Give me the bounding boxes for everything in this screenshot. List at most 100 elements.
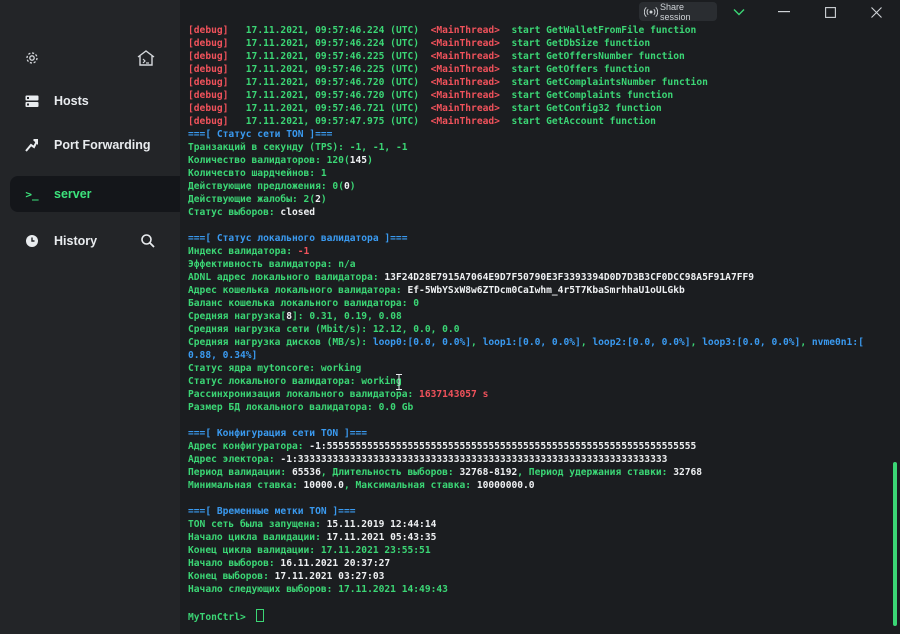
disk-loop0: loop0:[0.0, 0.0%] (372, 337, 472, 348)
maxstake-label: , Максимальная ставка: (343, 480, 477, 491)
chevron-down-icon[interactable] (719, 0, 759, 24)
history-clock-icon (24, 233, 40, 249)
hold-label: , Период удержания ставки: (517, 467, 674, 478)
share-session-button[interactable]: Share session (639, 1, 717, 22)
desync-value: 1637143057 s (419, 389, 489, 400)
cycle-start-label: Начало цикла валидации: (188, 532, 327, 543)
section-header: ===[ Временные метки TON ]=== (188, 506, 356, 517)
terminal-scrollbar[interactable] (893, 462, 897, 626)
efficiency-value: n/a (338, 259, 356, 270)
wallet-label: Адрес кошелька локального валидатора: (188, 285, 408, 296)
section-header: ===[ Статус сети TON ]=== (188, 129, 333, 140)
close-button[interactable] (856, 0, 896, 24)
elections-end-value: 17.11.2021 03:27:03 (274, 571, 385, 582)
cycle-start-value: 17.11.2021 05:43:35 (326, 532, 437, 543)
disk-load-line: Средняя нагрузка дисков (MB/s): loop0:[0… (188, 336, 864, 349)
paren: ) (367, 155, 373, 166)
net-load-line: Средняя нагрузка сети (Mbit/s): 12.12, 0… (188, 323, 459, 336)
core-label: Статус ядра mytoncore: (188, 363, 321, 374)
search-icon[interactable] (140, 233, 156, 249)
terminal-output[interactable]: [debug] 17.11.2021, 09:57:46.224 (UTC) <… (180, 24, 890, 634)
load-value: 0.31, 0.19, 0.08 (309, 311, 402, 322)
load-label: Средняя нагрузка (188, 311, 281, 322)
wallet-value: Ef-5WbYSxW8w6ZTDcm0CaIwhm_4r5T7KbaSmrhha… (407, 285, 685, 296)
debug-message: start GetComplaintsNumber function (511, 77, 708, 88)
sidebar-item-hosts[interactable]: Hosts (0, 83, 180, 119)
settings-gear-icon[interactable] (24, 50, 40, 66)
offers-label: Действующие предложения: (188, 181, 333, 192)
index-value: -1 (297, 246, 310, 257)
elector-label: Адрес электора: (188, 454, 281, 465)
share-session-label: Share session (659, 1, 691, 22)
prompt-label: MyTonCtrl> (188, 612, 252, 623)
paren: ) (320, 194, 327, 205)
db-label: Размер БД локального валидатора: (188, 402, 379, 413)
colon: : (297, 311, 310, 322)
debug-time: 17.11.2021, 09:57:46.225 (UTC) (245, 64, 420, 75)
config-label: Адрес конфигуратора: (188, 441, 310, 452)
desync-label: Рассинхронизация локального валидатора: (188, 389, 420, 400)
debug-tag: [debug] (188, 38, 229, 49)
balance-label: Баланс кошелька локального валидатора: (188, 298, 414, 309)
separator: , (800, 337, 812, 348)
minimize-button[interactable] (764, 0, 804, 24)
tps-label: Транзакций в секунду (TPS): (188, 142, 350, 153)
adnl-label: ADNL адрес локального валидатора: (188, 272, 385, 283)
configurator-line: Адрес конфигуратора: -1:5555555555555555… (188, 440, 696, 453)
duration-label: , Длительность выборов: (320, 467, 460, 478)
debug-time: 17.11.2021, 09:57:46.721 (UTC) (245, 103, 420, 114)
core-status-line: Статус ядра mytoncore: working (188, 362, 361, 375)
load-line: Средняя нагрузка[8]: 0.31, 0.19, 0.08 (188, 310, 402, 323)
sidebar-item-history[interactable]: History (0, 223, 180, 259)
debug-tag: [debug] (188, 103, 229, 114)
validators-value: 120 (326, 155, 344, 166)
debug-line: [debug] 17.11.2021, 09:57:46.721 (UTC) <… (188, 102, 662, 115)
tps-line: Транзакций в секунду (TPS): -1, -1, -1 (188, 141, 408, 154)
cycle-end-value: 17.11.2021 23:55:51 (320, 545, 431, 556)
elections-end-label: Конец выборов: (188, 571, 275, 582)
desync-line: Рассинхронизация локального валидатора: … (188, 388, 488, 401)
maximize-button[interactable] (810, 0, 850, 24)
validators-label: Количество валидаторов: (188, 155, 327, 166)
separator: , (580, 337, 593, 348)
debug-message: start GetOffers function (511, 64, 651, 75)
sidebar-top-row (0, 40, 180, 76)
debug-tag: [debug] (188, 25, 229, 36)
section-header: ===[ Статус локального валидатора ]=== (188, 233, 408, 244)
period-value: 65536 (291, 467, 321, 478)
elections-start-value: 16.11.2021 20:37:27 (280, 558, 391, 569)
shards-line: Количесвто шардчейнов: 1 (188, 167, 327, 180)
shards-label: Количесвто шардчейнов: (188, 168, 321, 179)
command-prompt[interactable]: MyTonCtrl> (188, 609, 264, 623)
disk-loop3: loop3:[0.0, 0.0%] (702, 337, 801, 348)
sidebar-item-label: server (54, 187, 92, 201)
duration-value: 32768-8192 (459, 467, 518, 478)
net-load-value: 12.12, 0.0, 0.0 (372, 324, 460, 335)
adnl-line: ADNL адрес локального валидатора: 13F24D… (188, 271, 754, 284)
shards-value: 1 (320, 168, 327, 179)
disk-label: Средняя нагрузка дисков (MB/s): (188, 337, 373, 348)
efficiency-line: Эффективность валидатора: n/a (188, 258, 356, 271)
terminal-prompt-icon: >_ (25, 187, 39, 201)
sidebar-item-server[interactable]: >_ server (10, 176, 180, 212)
disk-nvme: nvme0n1:[ (811, 337, 864, 348)
election-value: closed (280, 207, 316, 218)
complaints-line: Действующие жалобы: 2(2) (188, 193, 327, 206)
stake-line: Минимальная ставка: 10000.0, Максимальна… (188, 479, 535, 492)
launched-line: TON сеть была запущена: 15.11.2019 12:44… (188, 518, 436, 531)
debug-tag: [debug] (188, 64, 229, 75)
sidebar-item-port-forwarding[interactable]: Port Forwarding (0, 127, 180, 163)
debug-thread: <MainThread> (430, 90, 500, 101)
db-value: 0.0 Gb (378, 402, 414, 413)
index-line: Индекс валидатора: -1 (188, 245, 309, 258)
next-elections-label: Начало следующих выборов: (188, 584, 339, 595)
complaints-label: Действующие жалобы: (188, 194, 304, 205)
debug-line: [debug] 17.11.2021, 09:57:46.225 (UTC) <… (188, 50, 685, 63)
terminal-home-icon[interactable] (136, 49, 156, 67)
debug-message: start GetComplaints function (511, 90, 674, 101)
elections-end-line: Конец выборов: 17.11.2021 03:27:03 (188, 570, 384, 583)
debug-tag: [debug] (188, 116, 229, 127)
debug-thread: <MainThread> (430, 25, 500, 36)
debug-tag: [debug] (188, 51, 229, 62)
minstake-value: 10000.0 (303, 480, 344, 491)
